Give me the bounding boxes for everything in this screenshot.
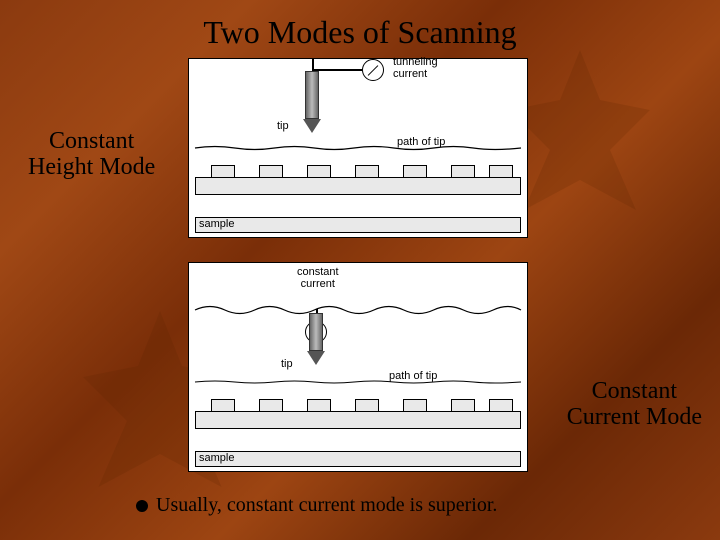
slide-title: Two Modes of Scanning bbox=[0, 14, 720, 51]
diagram-constant-height: tunneling current tip path of tip sample bbox=[188, 58, 528, 238]
mode-label-line: Constant bbox=[49, 128, 134, 154]
tip-path-line bbox=[195, 375, 521, 377]
bullet-icon bbox=[136, 500, 148, 512]
probe-tip-icon bbox=[307, 313, 325, 365]
meter-label: constant current bbox=[297, 267, 339, 290]
tip-label: tip bbox=[277, 121, 289, 133]
tip-path-line bbox=[195, 141, 521, 143]
path-label: path of tip bbox=[397, 137, 445, 149]
meter-label: tunneling current bbox=[393, 57, 438, 80]
mode-label-line: Constant bbox=[592, 378, 677, 404]
mode-label-line: Height Mode bbox=[28, 154, 155, 180]
meter-label-line: current bbox=[393, 68, 427, 80]
bullet-text: Usually, constant current mode is superi… bbox=[156, 494, 497, 517]
bullet-point: Usually, constant current mode is superi… bbox=[136, 494, 497, 517]
tip-label: tip bbox=[281, 359, 293, 371]
current-meter-icon bbox=[362, 59, 384, 81]
meter-label-line: tunneling bbox=[393, 56, 438, 68]
meter-label-line: constant bbox=[297, 266, 339, 278]
meter-label-line: current bbox=[301, 278, 335, 290]
diagram-constant-current: constant current tip path of tip sample bbox=[188, 262, 528, 472]
tip-path-line bbox=[195, 301, 521, 303]
mode-label-constant-height: Constant Height Mode bbox=[28, 128, 155, 181]
sample-label: sample bbox=[199, 452, 234, 464]
mode-label-line: Current Mode bbox=[567, 404, 702, 430]
sample-label: sample bbox=[199, 218, 234, 230]
probe-tip-icon bbox=[303, 71, 321, 133]
mode-label-constant-current: Constant Current Mode bbox=[567, 378, 702, 431]
